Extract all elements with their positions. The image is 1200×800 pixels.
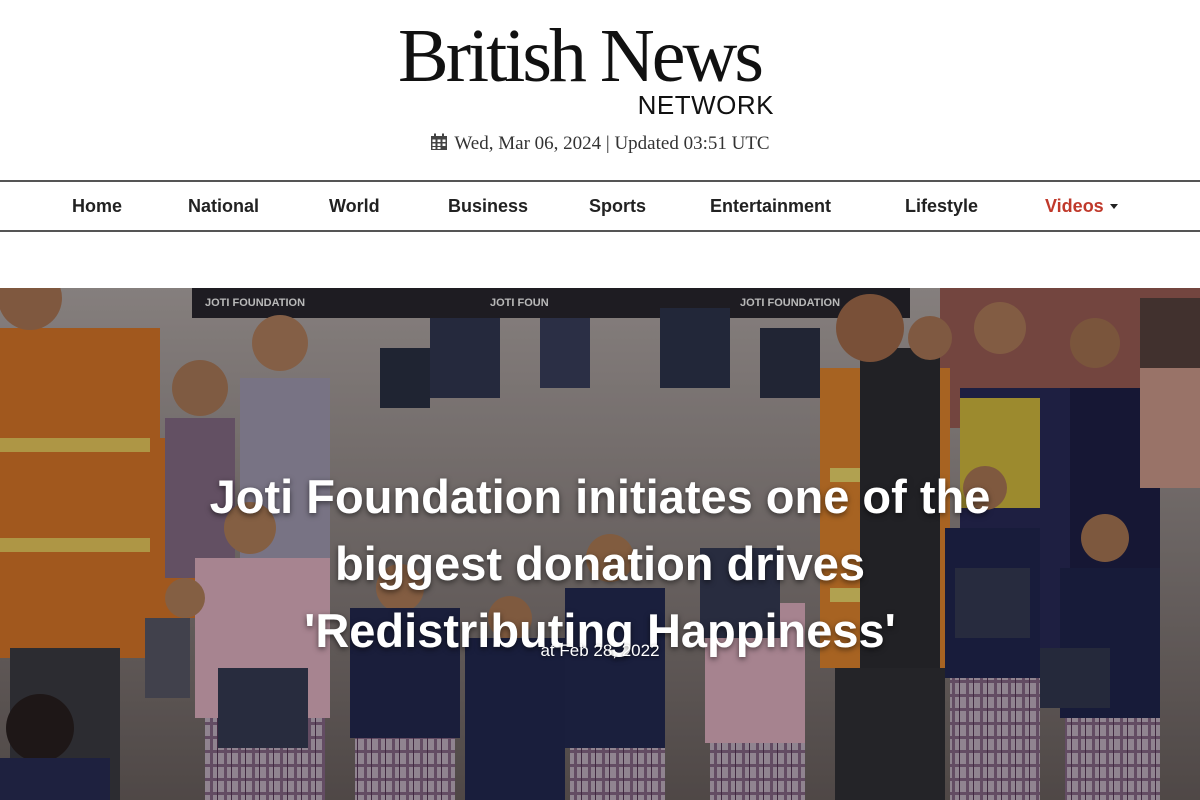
nav-sports[interactable]: Sports	[589, 182, 646, 230]
nav-lifestyle[interactable]: Lifestyle	[905, 182, 978, 230]
nav-videos-dropdown[interactable]: Videos	[1045, 182, 1118, 230]
nav-business[interactable]: Business	[448, 182, 528, 230]
main-nav: Home National World Business Sports Ente…	[0, 180, 1200, 232]
calendar-icon	[431, 133, 448, 150]
caret-down-icon	[1109, 204, 1118, 209]
nav-national[interactable]: National	[188, 182, 259, 230]
hero-article[interactable]: JOTI FOUNDATION JOTI FOUN JOTI FOUNDATIO…	[0, 288, 1200, 800]
nav-videos-label: Videos	[1045, 196, 1104, 216]
logo-main-text: British News	[398, 14, 764, 98]
nav-world[interactable]: World	[329, 182, 380, 230]
nav-entertainment[interactable]: Entertainment	[710, 182, 831, 230]
nav-home[interactable]: Home	[72, 182, 122, 230]
article-headline[interactable]: Joti Foundation initiates one of the big…	[100, 463, 1100, 664]
headline-line-1: Joti Foundation initiates one of the	[209, 470, 991, 524]
site-logo[interactable]: British News NETWORK	[398, 14, 778, 124]
logo-sub-text: NETWORK	[637, 90, 774, 120]
current-date: Wed, Mar 06, 2024	[454, 133, 602, 154]
article-date: at Feb 28, 2022	[540, 641, 660, 660]
headline-line-2: biggest donation drives	[334, 537, 866, 591]
updated-time: Updated 03:51 UTC	[614, 133, 770, 154]
dateline: Wed, Mar 06, 2024 | Updated 03:51 UTC	[0, 131, 1200, 157]
site-header: British News NETWORK Wed, Mar 06, 2024 |…	[0, 0, 1200, 180]
